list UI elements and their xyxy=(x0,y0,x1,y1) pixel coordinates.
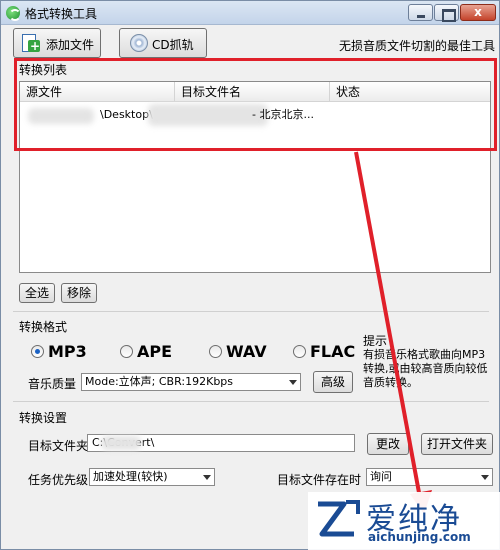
radio-ape-label: APE xyxy=(137,342,173,361)
minimize-button[interactable] xyxy=(408,4,433,21)
add-file-button[interactable]: + 添加文件 xyxy=(13,28,101,58)
close-button[interactable]: x xyxy=(460,4,496,21)
tip-title: 提示 xyxy=(363,334,388,348)
divider xyxy=(13,311,489,312)
chevron-down-icon xyxy=(481,475,489,480)
watermark-url: aichunjing.com xyxy=(368,530,471,544)
priority-select-value: 加速处理(较快) xyxy=(93,470,168,483)
app-icon xyxy=(6,6,21,21)
radio-flac-label: FLAC xyxy=(310,342,356,361)
radio-wav-label: WAV xyxy=(226,342,267,361)
maximize-icon xyxy=(435,5,458,22)
radio-wav-indicator xyxy=(209,345,222,358)
priority-label: 任务优先级 xyxy=(28,473,89,487)
slogan-text: 无损音质文件切割的最佳工具 xyxy=(339,39,496,53)
tip-text: 有损音乐格式歌曲向MP3转换,或由较高音质向较低音质转换。 xyxy=(363,348,488,389)
app-window: 格式转换工具 x + 添加文件 CD抓轨 无损音质文件切割的最佳工具 转换列表 … xyxy=(0,0,500,550)
plus-icon: + xyxy=(29,39,41,53)
quality-label: 音乐质量 xyxy=(28,377,77,391)
exists-select-value: 询问 xyxy=(370,470,392,483)
cd-icon xyxy=(130,34,148,52)
exists-select[interactable]: 询问 xyxy=(366,468,493,486)
quality-select-value: Mode:立体声; CBR:192Kbps xyxy=(85,375,234,388)
chevron-down-icon xyxy=(203,475,211,480)
remove-button[interactable]: 移除 xyxy=(61,283,97,303)
settings-caption: 转换设置 xyxy=(19,411,68,425)
watermark: 爱纯净 aichunjing.com xyxy=(308,492,500,550)
radio-wav[interactable]: WAV xyxy=(209,342,279,361)
cd-rip-label: CD抓轨 xyxy=(152,38,194,52)
highlight-box xyxy=(14,58,497,151)
add-file-label: 添加文件 xyxy=(46,38,95,52)
radio-flac-indicator xyxy=(293,345,306,358)
minimize-icon xyxy=(409,5,432,20)
format-caption: 转换格式 xyxy=(19,320,68,334)
window-title: 格式转换工具 xyxy=(25,7,98,21)
open-folder-button[interactable]: 打开文件夹 xyxy=(421,433,493,455)
chevron-down-icon xyxy=(289,380,297,385)
cd-rip-button[interactable]: CD抓轨 xyxy=(119,28,207,58)
exists-label: 目标文件存在时 xyxy=(277,473,362,487)
watermark-logo-icon xyxy=(318,500,360,537)
quality-select[interactable]: Mode:立体声; CBR:192Kbps xyxy=(81,373,301,391)
radio-ape-indicator xyxy=(120,345,133,358)
advanced-button[interactable]: 高级 xyxy=(313,371,353,393)
select-all-button[interactable]: 全选 xyxy=(19,283,55,303)
radio-mp3-indicator xyxy=(31,345,44,358)
target-folder-label: 目标文件夹 xyxy=(28,439,89,453)
radio-ape[interactable]: APE xyxy=(120,342,190,361)
radio-mp3[interactable]: MP3 xyxy=(31,342,101,361)
priority-select[interactable]: 加速处理(较快) xyxy=(89,468,215,486)
radio-flac[interactable]: FLAC xyxy=(293,342,363,361)
change-folder-button[interactable]: 更改 xyxy=(367,433,409,455)
title-bar: 格式转换工具 x xyxy=(1,1,499,25)
radio-mp3-label: MP3 xyxy=(48,342,87,361)
redacted-folder xyxy=(101,436,141,450)
maximize-button[interactable] xyxy=(434,4,459,22)
divider xyxy=(13,401,489,402)
close-icon: x xyxy=(474,5,482,19)
